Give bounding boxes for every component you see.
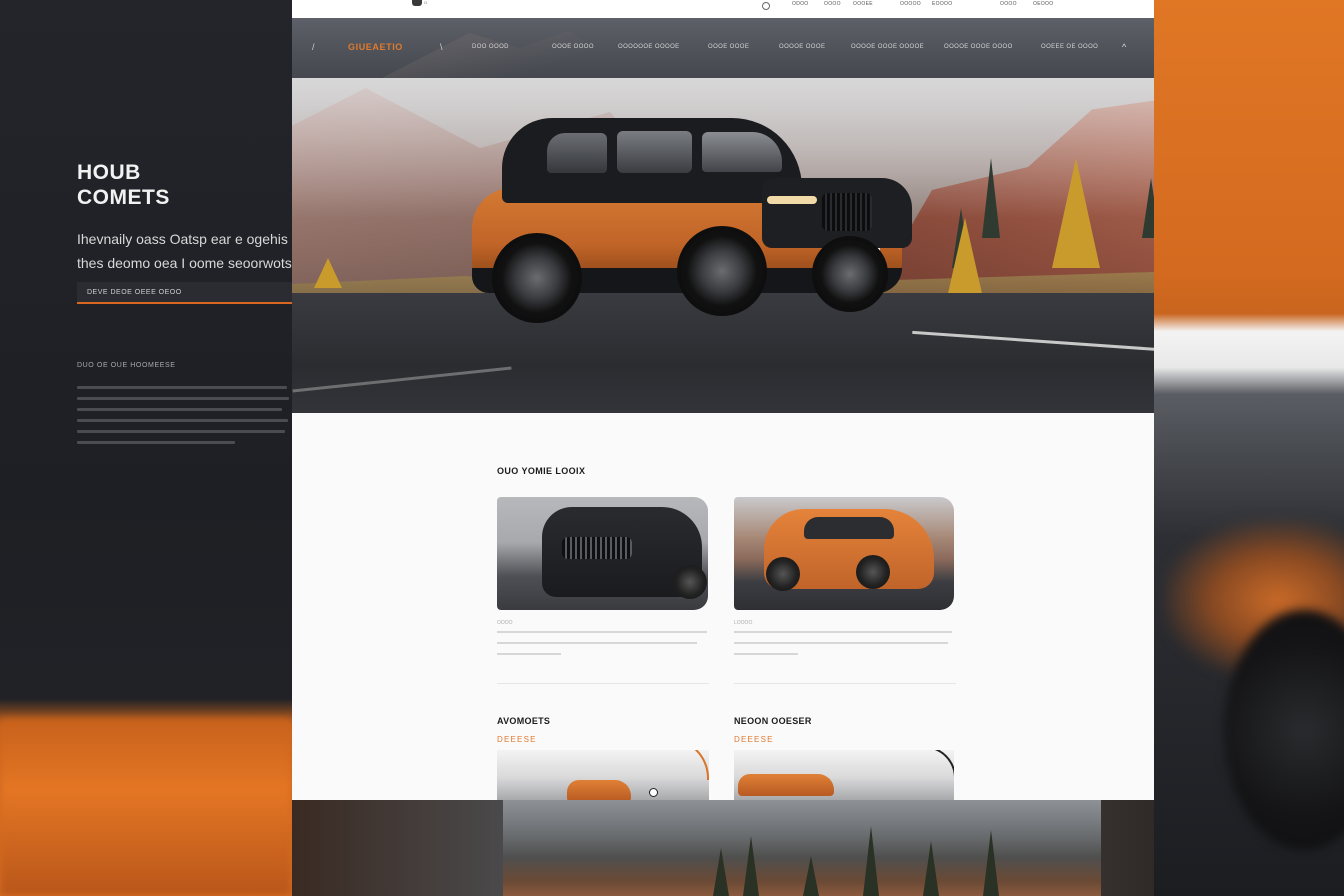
- backdrop-right: [1154, 0, 1344, 896]
- bottom-landscape-photo: [503, 800, 1101, 896]
- promo-paragraph-lines: [77, 386, 289, 452]
- nav-item-6[interactable]: OOOOE OOOE OOOOE: [851, 44, 924, 50]
- hero-banner: OOOO: [292, 78, 1154, 413]
- top-link-6[interactable]: OOOO: [1000, 1, 1017, 7]
- top-link-5[interactable]: EOOOO: [932, 1, 952, 7]
- nav-item-1[interactable]: DOO OOOD: [472, 44, 509, 50]
- promo-subheading: DUO OE OUE HOOMEESE: [77, 362, 176, 369]
- nav-divider-icon: \: [440, 42, 443, 52]
- feature-left-subtitle: DEEESE: [497, 735, 537, 744]
- card-b-caption: LOOOO: [734, 620, 753, 626]
- top-link-4[interactable]: OOOOO: [900, 1, 921, 7]
- card-image-compact[interactable]: [734, 497, 954, 610]
- top-utility-bar: O. ODOO OOOO OOOEE OOOOO EOOOO OOOO OEOO…: [292, 0, 1154, 19]
- promo-title-line1: HOUB: [77, 161, 141, 184]
- promo-body: Ihevnaily oass Oatsp ear e ogehis thes d…: [77, 227, 296, 275]
- feature-right-title: NEOON OOESER: [734, 716, 812, 726]
- promo-button[interactable]: DEVE DEOE OEEE OEOO: [77, 282, 293, 304]
- section-title: OUO YOMIE LOOIX: [497, 466, 586, 476]
- feature-left-title: AVOMOETS: [497, 716, 551, 726]
- promo-title: HOUB COMETS: [77, 160, 170, 210]
- location-pin-icon: [649, 788, 658, 797]
- feature-left-image[interactable]: [497, 750, 709, 800]
- nav-item-4[interactable]: OOOE OOOE: [708, 44, 749, 50]
- slash-icon[interactable]: /: [312, 42, 315, 52]
- divider-right: [734, 683, 956, 684]
- card-a-text: [497, 631, 707, 664]
- feature-right-image[interactable]: [734, 750, 954, 800]
- feature-right-subtitle: DEEESE: [734, 735, 774, 744]
- card-a-caption: OOOO: [497, 620, 513, 626]
- top-link-1[interactable]: ODOO: [792, 1, 808, 7]
- nav-item-7[interactable]: OOOOE OOOE OOOO: [944, 44, 1013, 50]
- website-page: O. ODOO OOOO OOOEE OOOOO EOOOO OOOO OEOO…: [292, 0, 1154, 800]
- nav-brand[interactable]: GIUEAETIO: [348, 42, 403, 52]
- backdrop-orange-band: [0, 718, 292, 896]
- promo-title-line2: COMETS: [77, 186, 170, 209]
- nav-item-3[interactable]: OOOOOOE OOOOE: [618, 44, 680, 50]
- main-navbar: / GIUEAETIO \ DOO OOOD OOOE OOOO OOOOOOE…: [292, 18, 1154, 78]
- top-link-7[interactable]: OEOOO: [1033, 1, 1053, 7]
- promo-body-line2: thes deomo oea I oome seoorwots.: [77, 255, 296, 271]
- card-image-sedan[interactable]: [497, 497, 708, 610]
- hero-suv-image: OOOO: [462, 118, 912, 328]
- nav-item-5[interactable]: OOOOE OOOE: [779, 44, 825, 50]
- search-icon[interactable]: [762, 2, 770, 10]
- nav-item-8[interactable]: OOEEE OE OOOO: [1041, 44, 1098, 50]
- logo-text: O.: [424, 0, 429, 5]
- top-link-2[interactable]: OOOO: [824, 1, 841, 7]
- chevron-up-icon[interactable]: ^: [1122, 42, 1126, 52]
- nav-item-2[interactable]: OOOE OOOO: [552, 44, 594, 50]
- promo-body-line1: Ihevnaily oass Oatsp ear e ogehis: [77, 231, 288, 247]
- logo-icon[interactable]: [412, 0, 422, 6]
- divider-left: [497, 683, 709, 684]
- top-link-3[interactable]: OOOEE: [853, 1, 873, 7]
- card-b-text: [734, 631, 952, 664]
